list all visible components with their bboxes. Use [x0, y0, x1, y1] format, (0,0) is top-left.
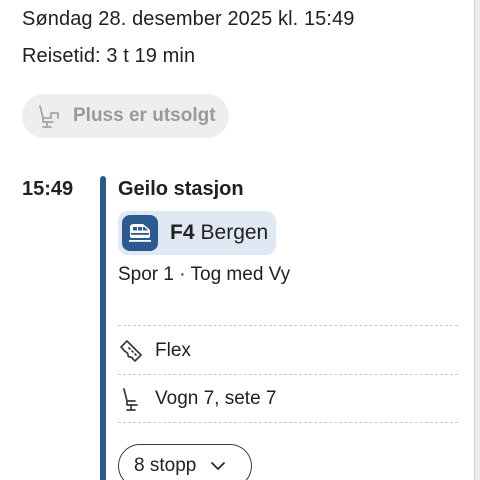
departure-time: 15:49 [22, 178, 74, 200]
train-line-chip: F4 Bergen [118, 211, 276, 255]
route-timeline-bar [100, 176, 106, 480]
line-code: F4 [170, 221, 195, 244]
ticket-icon [118, 338, 144, 364]
chevron-down-icon [210, 461, 226, 471]
departure-station: Geilo stasjon [118, 178, 244, 200]
line-destination: Bergen [200, 221, 269, 244]
seat-icon [118, 386, 144, 412]
seat-row: Vogn 7, sete 7 [118, 386, 277, 412]
train-icon [122, 215, 158, 251]
fare-row: Flex [118, 338, 191, 364]
divider [118, 422, 458, 423]
trip-date: Søndag 28. desember 2025 kl. 15:49 [22, 8, 355, 30]
seat-icon [36, 103, 62, 129]
show-stops-button[interactable]: 8 stopp [118, 444, 252, 480]
pluss-status-label: Pluss er utsolgt [73, 105, 216, 126]
trip-details-screen: Søndag 28. desember 2025 kl. 15:49 Reise… [0, 0, 480, 480]
divider [118, 325, 458, 326]
trip-duration: Reisetid: 3 t 19 min [22, 45, 196, 67]
scrollbar-edge [474, 0, 480, 480]
seat-label: Vogn 7, sete 7 [155, 388, 277, 409]
divider [118, 374, 458, 375]
platform-info: Spor 1 · Tog med Vy [118, 264, 291, 285]
fare-label: Flex [155, 340, 191, 361]
pluss-sold-out-chip: Pluss er utsolgt [22, 94, 229, 138]
stops-label: 8 stopp [134, 455, 197, 476]
